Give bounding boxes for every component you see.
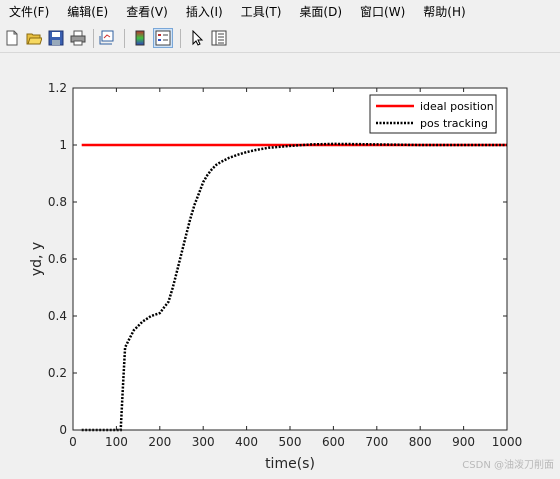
y-tick-label: 0 [59, 423, 67, 437]
x-tick-label: 600 [322, 435, 345, 449]
menu-item-5[interactable]: 桌面(D) [299, 0, 342, 24]
x-axis-label: time(s) [265, 456, 315, 472]
link-plot-icon[interactable] [98, 28, 118, 48]
new-figure-icon[interactable] [2, 28, 22, 48]
menu-item-3[interactable]: 插入(I) [186, 0, 223, 24]
x-tick-label: 700 [365, 435, 388, 449]
y-tick-label: 0.8 [48, 195, 67, 209]
x-tick-label: 1000 [492, 435, 523, 449]
y-axis-label: yd, y [29, 242, 45, 276]
open-file-icon[interactable] [24, 28, 44, 48]
toolbar [0, 25, 560, 53]
chart[interactable]: 0 100 200 300 400 500 600 700 800 900 1000 0 0.2 0.4 0… [0, 53, 560, 475]
x-tick-label: 300 [192, 435, 215, 449]
menu-item-4[interactable]: 工具(T) [241, 0, 282, 24]
y-tick-label: 1 [59, 138, 67, 152]
menu-item-1[interactable]: 编辑(E) [67, 0, 108, 24]
x-tick-label: 900 [452, 435, 475, 449]
edit-plot-cursor-icon[interactable] [187, 28, 207, 48]
property-inspector-icon[interactable] [209, 28, 229, 48]
x-tick-label: 500 [279, 435, 302, 449]
y-tick-label: 0.6 [48, 252, 67, 266]
insert-legend-icon[interactable] [153, 28, 173, 48]
x-tick-label: 400 [235, 435, 258, 449]
menubar: 文件(F) 编辑(E) 查看(V) 插入(I) 工具(T) 桌面(D) 窗口(W) 帮助(H) [0, 0, 560, 24]
menu-item-2[interactable]: 查看(V) [126, 0, 168, 24]
menu-item-6[interactable]: 窗口(W) [360, 0, 405, 24]
menu-item-0[interactable]: 文件(F) [9, 0, 49, 24]
legend-label-0: ideal position [420, 100, 494, 113]
plot-area[interactable] [73, 88, 507, 430]
save-icon[interactable] [46, 28, 66, 48]
legend-label-1: pos tracking [420, 117, 488, 130]
y-tick-label: 0.4 [48, 309, 67, 323]
y-tick-label: 0.2 [48, 366, 67, 380]
menu-item-7[interactable]: 帮助(H) [423, 0, 465, 24]
x-tick-label: 800 [409, 435, 432, 449]
print-icon[interactable] [68, 28, 88, 48]
x-tick-label: 100 [105, 435, 128, 449]
figure-area: 0 100 200 300 400 500 600 700 800 900 1000 0 0.2 0.4 0… [0, 53, 560, 475]
y-tick-label: 1.2 [48, 81, 67, 95]
x-tick-label: 200 [148, 435, 171, 449]
watermark: CSDN @油泼刀削面 [462, 460, 554, 471]
insert-colorbar-icon[interactable] [130, 28, 150, 48]
x-tick-label: 0 [69, 435, 77, 449]
